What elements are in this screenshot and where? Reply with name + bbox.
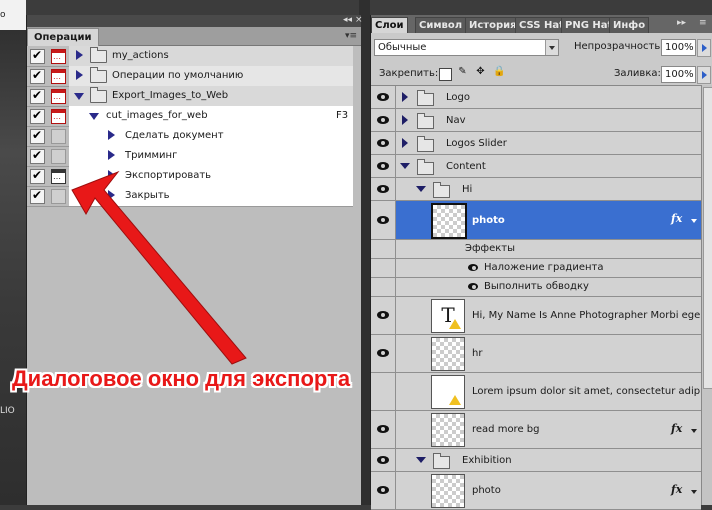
annotation-caption: Диалоговое окно для экспорта	[12, 366, 351, 391]
annotation-arrow	[71, 170, 247, 365]
arrow-shape	[71, 170, 247, 365]
